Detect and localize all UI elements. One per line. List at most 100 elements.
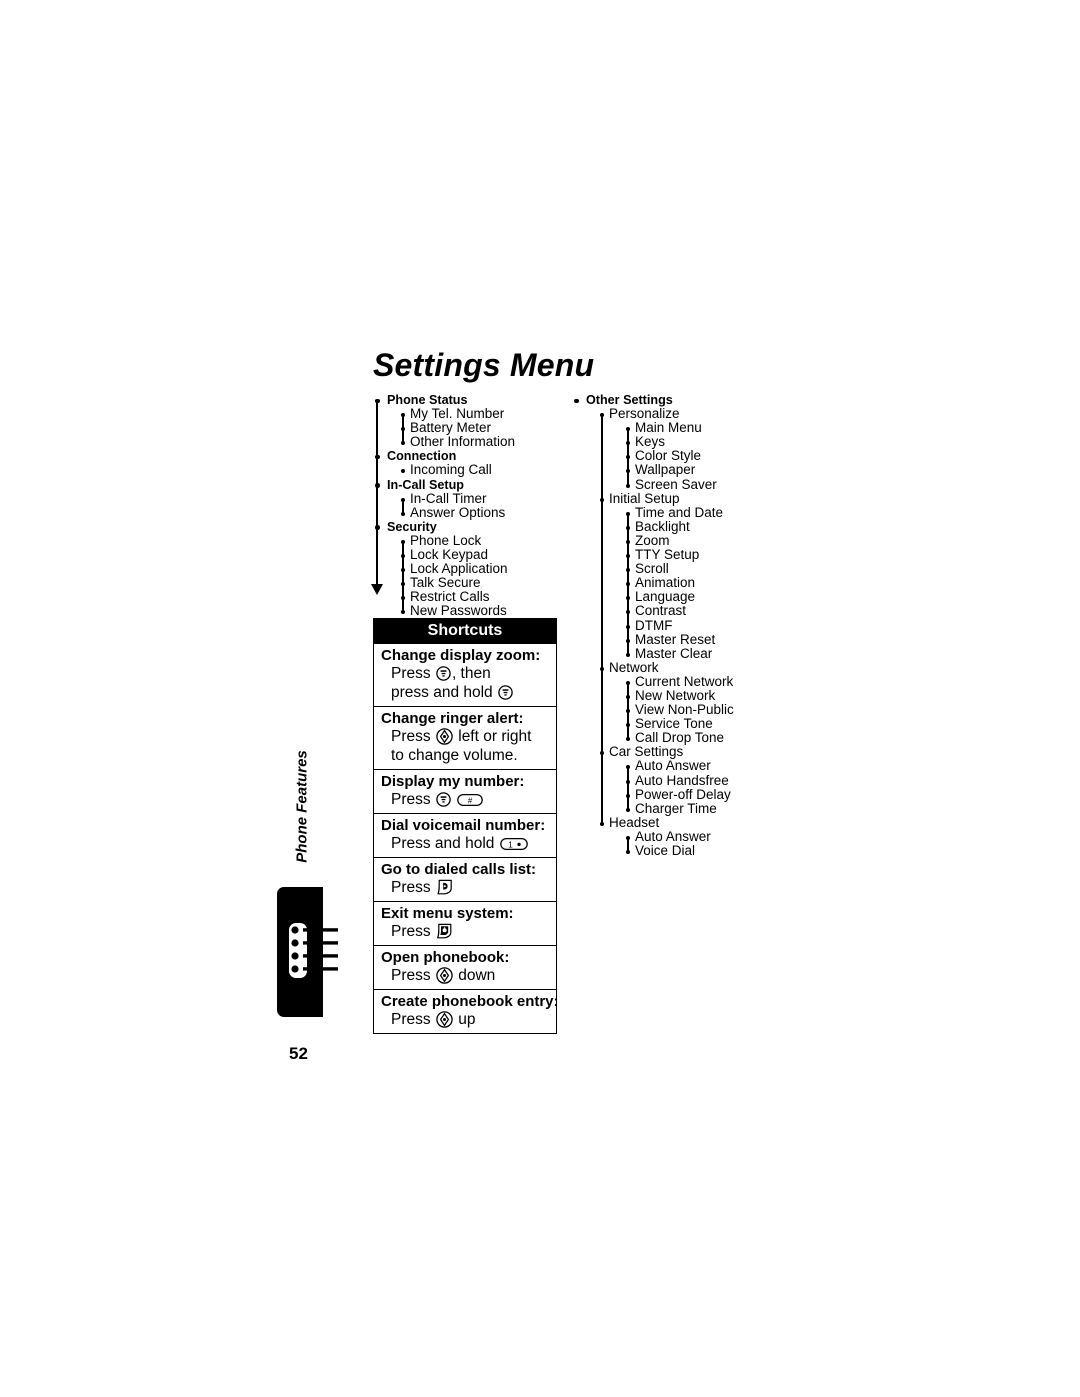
side-tab-label: Phone Features (293, 750, 311, 863)
menu-tree-item-label: Incoming Call (410, 462, 492, 478)
shortcut-instruction-line: Press down (381, 966, 549, 985)
menu-tree-item-label: My Tel. Number (410, 406, 505, 422)
menu-tree-item: Main Menu (563, 421, 778, 436)
shortcut-text: Press (391, 923, 435, 940)
tree-connector-line (627, 837, 629, 852)
shortcut-text: Press (391, 791, 435, 808)
shortcut-text: Press (391, 665, 435, 682)
menu-tree-item-label: Auto Answer (635, 758, 711, 774)
tree-connector-line (627, 682, 629, 739)
menu-tree-item-label: Personalize (609, 406, 680, 422)
shortcut-text: press and hold (391, 684, 497, 701)
tree-connector-line (402, 541, 404, 612)
shortcut-text: down (453, 967, 496, 984)
menu-tree-item-label: Answer Options (410, 504, 506, 520)
menu-tree-item: Master Clear (563, 645, 778, 662)
menu-tree-item-label: Scroll (635, 561, 669, 577)
shortcut-item: Go to dialed calls list: Press (374, 857, 556, 901)
menu-tree-item-label: In-Call Timer (410, 490, 487, 506)
menu-tree-item: Answer Options (364, 504, 554, 521)
menu-tree-item-label: Connection (387, 449, 457, 464)
tree-bullet-icon (401, 469, 405, 474)
shortcut-title: Exit menu system: (381, 905, 514, 922)
navigation-key-icon (436, 728, 453, 745)
menu-tree-item-label: Lock Application (410, 561, 508, 577)
menu-tree-item-label: Master Clear (635, 645, 713, 661)
shortcut-title: Create phonebook entry: (381, 993, 559, 1010)
menu-tree-item-label: Master Reset (635, 631, 716, 647)
menu-tree-item: Charger Time (563, 801, 778, 817)
shortcut-title: Change display zoom: (381, 647, 541, 664)
shortcut-text: to change volume. (391, 747, 518, 764)
menu-tree-item-label: Auto Handsfree (635, 772, 729, 788)
shortcut-text: Press (391, 879, 435, 896)
menu-tree-right-column: Other Settings Personalize Main Menu Keys Co… (563, 393, 778, 859)
shortcut-item: Display my number: Press # (374, 769, 556, 813)
shortcut-instruction-line: Press , then (381, 664, 549, 683)
shortcut-text (452, 791, 456, 808)
shortcut-instruction-line: to change volume. (381, 746, 549, 765)
tree-connector-line (402, 414, 404, 443)
menu-key-icon (498, 685, 513, 700)
menu-tree-item-label: Animation (635, 575, 696, 591)
menu-tree-item: TTY Setup (563, 547, 778, 563)
menu-tree-item-label: Backlight (635, 518, 690, 534)
tree-connector-line (402, 499, 404, 514)
shortcut-item: Open phonebook: Press down (374, 945, 556, 989)
phonebook-list-icon (289, 923, 338, 978)
menu-tree-item: Voice Dial (563, 843, 778, 859)
menu-tree-item-label: TTY Setup (635, 547, 700, 563)
shortcut-title: Open phonebook: (381, 949, 510, 966)
side-tab-block (277, 887, 338, 1017)
menu-tree-item-label: DTMF (635, 617, 673, 633)
shortcut-text: Press (391, 1011, 435, 1028)
menu-tree-item-label: View Non-Public (635, 702, 734, 718)
shortcut-item: Dial voicemail number: Press and hold 1 (374, 813, 556, 857)
shortcut-instruction-line: Press # (381, 790, 549, 809)
menu-tree-item-label: Phone Lock (410, 532, 482, 548)
menu-tree-item-label: Current Network (635, 673, 734, 689)
menu-tree-item-label: Color Style (635, 448, 702, 464)
navigation-key-icon (436, 967, 453, 984)
menu-tree-item-label: Voice Dial (635, 843, 696, 858)
shortcut-text: left or right (453, 728, 532, 745)
shortcut-item: Create phonebook entry: Press up (374, 989, 559, 1033)
menu-tree-item-label: Lock Keypad (410, 547, 489, 563)
tree-connector-line (627, 513, 629, 655)
menu-tree-item-label: Wallpaper (635, 462, 696, 478)
shortcut-item: Exit menu system: Press (374, 901, 556, 945)
navigation-key-icon (436, 1011, 453, 1028)
tree-connector-line (627, 767, 629, 810)
tree-connector-line (601, 414, 603, 824)
shortcut-instruction-line: Press (381, 922, 549, 941)
menu-tree-item-label: Restrict Calls (410, 589, 490, 605)
menu-tree-item-label: Keys (635, 434, 666, 450)
send-key-icon (436, 879, 454, 895)
tree-bullet-icon (574, 398, 579, 403)
shortcut-item: Change ringer alert: Press left or right t… (374, 706, 556, 769)
svg-text:#: # (468, 796, 473, 805)
shortcuts-box: Shortcuts Change display zoom: Press , th… (373, 618, 559, 1034)
menu-tree-item-label: Language (635, 589, 696, 605)
shortcut-text: Press (391, 728, 435, 745)
menu-tree-item-label: Zoom (635, 532, 670, 548)
tree-connector-line (376, 400, 378, 584)
menu-tree-item-label: Security (387, 519, 437, 534)
menu-tree-item-label: Car Settings (609, 744, 684, 760)
menu-tree-item: Other Information (364, 435, 554, 450)
shortcut-instruction-line: Press (381, 878, 549, 897)
shortcut-title: Display my number: (381, 773, 525, 790)
menu-tree-item-label: Service Tone (635, 716, 713, 732)
menu-tree-item-label: Talk Secure (410, 575, 481, 591)
menu-key-icon (436, 792, 451, 807)
menu-tree-item-label: Power-off Delay (635, 786, 731, 802)
menu-tree-item-label: Battery Meter (410, 420, 492, 436)
menu-tree-item-label: Initial Setup (609, 490, 680, 506)
shortcut-instruction-line: Press and hold 1 (381, 834, 549, 853)
menu-tree-item-label: New Passwords (410, 603, 507, 619)
page-title: Settings Menu (373, 347, 595, 383)
shortcut-text: Press (391, 967, 435, 984)
menu-tree-item-label: Other Settings (586, 393, 673, 407)
shortcut-instruction-line: Press up (381, 1010, 549, 1029)
menu-tree-item: Incoming Call (364, 462, 554, 478)
